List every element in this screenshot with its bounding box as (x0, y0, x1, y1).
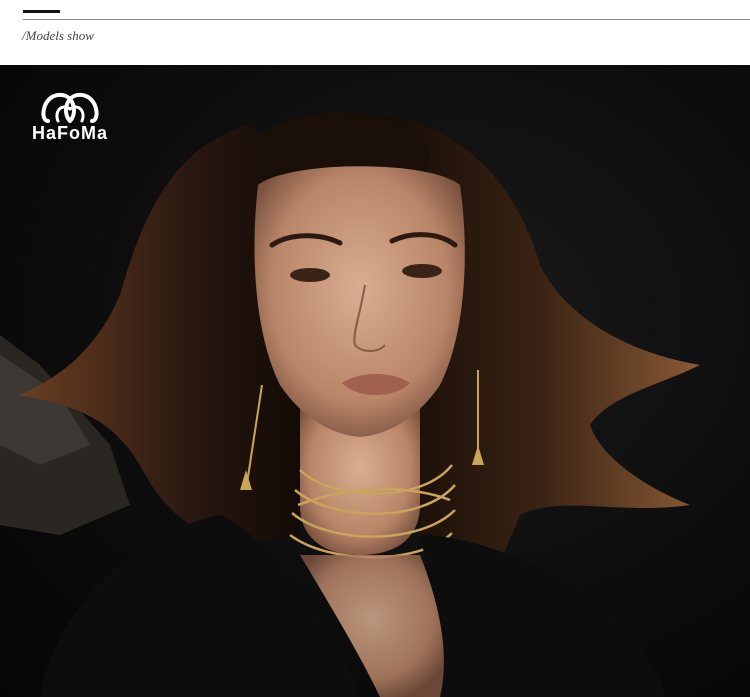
top-right (420, 535, 665, 697)
top-left (40, 515, 360, 697)
double-ring-logo-icon (41, 92, 99, 123)
brand-name: HaFoMa (31, 123, 108, 143)
accent-bar (23, 10, 60, 13)
section-title: /Models show (22, 28, 94, 43)
left-eye (290, 268, 330, 282)
model-photo: HaFoMa (0, 65, 750, 697)
divider-rule (23, 19, 750, 20)
brand-logo: HaFoMa (18, 87, 122, 147)
right-eye (402, 264, 442, 278)
model-portrait-illustration (0, 112, 700, 697)
section-header: /Models show (0, 0, 750, 65)
